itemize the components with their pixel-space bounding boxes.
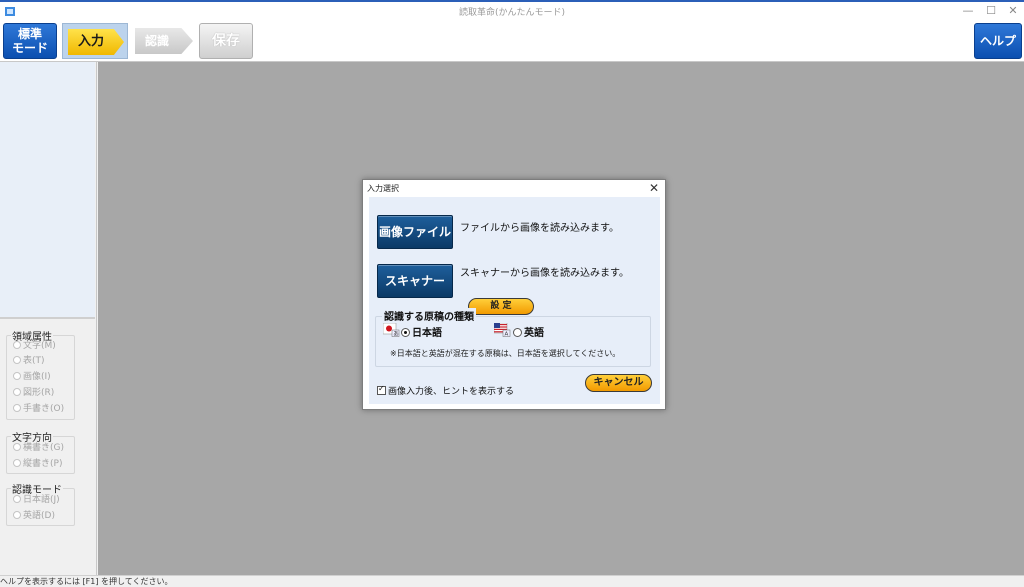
region-option-figure: 図形(R): [13, 386, 54, 400]
radio-icon: [13, 459, 21, 467]
step-input-label: 入力: [68, 29, 124, 55]
image-file-button[interactable]: 画像ファイル: [377, 215, 453, 249]
region-option-text: 文字(M): [13, 339, 56, 353]
close-window-button[interactable]: ✕: [1003, 4, 1023, 18]
japanese-radio-label: 日本語: [412, 328, 442, 339]
standard-mode-button[interactable]: 標準 モード: [3, 23, 57, 59]
radio-label: 英語(D): [23, 511, 55, 521]
region-option-handwriting: 手書き(O): [13, 402, 64, 416]
radio-label: 図形(R): [23, 388, 55, 398]
japanese-radio[interactable]: 日本語: [401, 324, 442, 339]
svg-text:あ: あ: [393, 331, 399, 337]
image-file-description: ファイルから画像を読み込みます。: [460, 223, 619, 234]
status-bar: ヘルプを表示するには [F1] を押してください。: [0, 575, 1024, 587]
toolbar: 標準 モード 入力 認識 保存 ヘルプ: [0, 20, 1024, 62]
title-bar: 読取革命(かんたんモード) — ☐ ✕: [0, 0, 1024, 20]
radio-label: 画像(I): [23, 372, 51, 382]
standard-mode-label-line2: モード: [11, 41, 48, 55]
radio-label: 横書き(G): [23, 443, 64, 453]
region-option-image: 画像(I): [13, 370, 51, 384]
radio-icon: [13, 341, 21, 349]
radio-label: 縦書き(P): [23, 459, 63, 469]
radio-icon: [13, 511, 21, 519]
japan-flag-icon: あ: [383, 323, 400, 337]
step-input-tab[interactable]: 入力: [62, 23, 128, 59]
direction-option-vertical: 縦書き(P): [13, 457, 62, 471]
minimize-button[interactable]: —: [958, 4, 978, 18]
radio-label: 日本語(J): [23, 495, 60, 505]
dialog-title: 入力選択: [367, 184, 399, 193]
thumbnail-area: [0, 62, 95, 319]
recog-option-english: 英語(D): [13, 509, 55, 523]
radio-icon: [13, 356, 21, 364]
cancel-button[interactable]: キャンセル: [585, 374, 652, 392]
mixed-language-note: ※日本語と英語が混在する原稿は、日本語を選択してください。: [390, 349, 621, 358]
document-type-title: 認識する原稿の種類: [382, 308, 476, 323]
help-button[interactable]: ヘルプ: [974, 23, 1022, 59]
radio-icon: [13, 404, 21, 412]
show-hint-label: 画像入力後、ヒントを表示する: [388, 387, 515, 397]
radio-label: 文字(M): [23, 341, 56, 351]
region-option-table: 表(T): [13, 354, 45, 368]
direction-option-horizontal: 横書き(G): [13, 441, 64, 455]
us-flag-icon: A: [494, 323, 511, 337]
scanner-description: スキャナーから画像を読み込みます。: [460, 268, 629, 279]
dialog-body: 画像ファイル ファイルから画像を読み込みます。 スキャナー スキャナーから画像を…: [369, 197, 660, 404]
text-direction-group: 文字方向 横書き(G) 縦書き(P): [6, 429, 75, 474]
recognition-mode-group: 認識モード 日本語(J) 英語(D): [6, 481, 75, 526]
radio-label: 手書き(O): [23, 404, 65, 414]
english-radio[interactable]: 英語: [513, 324, 544, 339]
document-type-group: 認識する原稿の種類 あ 日本語 A 英語 ※日本語と英語が混在する原稿は、日本語…: [375, 308, 651, 367]
dialog-close-button[interactable]: ✕: [648, 181, 660, 195]
region-attribute-group: 領域属性 文字(M) 表(T) 画像(I) 図形(R) 手書き(O): [6, 328, 75, 420]
checkbox-checked-icon: [377, 384, 386, 395]
standard-mode-label-line1: 標準: [17, 27, 42, 41]
scanner-button[interactable]: スキャナー: [377, 264, 453, 298]
step-recognize-tab: 認識: [133, 23, 195, 59]
radio-icon: [13, 372, 21, 380]
radio-icon: [13, 388, 21, 396]
step-recognize-label: 認識: [135, 28, 193, 54]
left-panel: 領域属性 文字(M) 表(T) 画像(I) 図形(R) 手書き(O) 文字方向 …: [0, 62, 97, 575]
save-button: 保存: [199, 23, 253, 59]
recog-option-japanese: 日本語(J): [13, 493, 60, 507]
radio-label: 表(T): [23, 356, 45, 366]
radio-icon: [13, 443, 21, 451]
scanner-settings-button[interactable]: 設 定: [468, 298, 534, 315]
input-select-dialog: 入力選択 ✕ 画像ファイル ファイルから画像を読み込みます。 スキャナー スキャ…: [362, 179, 666, 410]
radio-icon: [513, 328, 522, 337]
window-title: 読取革命(かんたんモード): [458, 8, 566, 18]
radio-icon: [13, 495, 21, 503]
english-radio-label: 英語: [524, 328, 544, 339]
svg-text:A: A: [505, 332, 509, 337]
maximize-button[interactable]: ☐: [981, 4, 1001, 18]
radio-selected-icon: [401, 328, 410, 337]
show-hint-checkbox[interactable]: 画像入力後、ヒントを表示する: [377, 384, 514, 397]
